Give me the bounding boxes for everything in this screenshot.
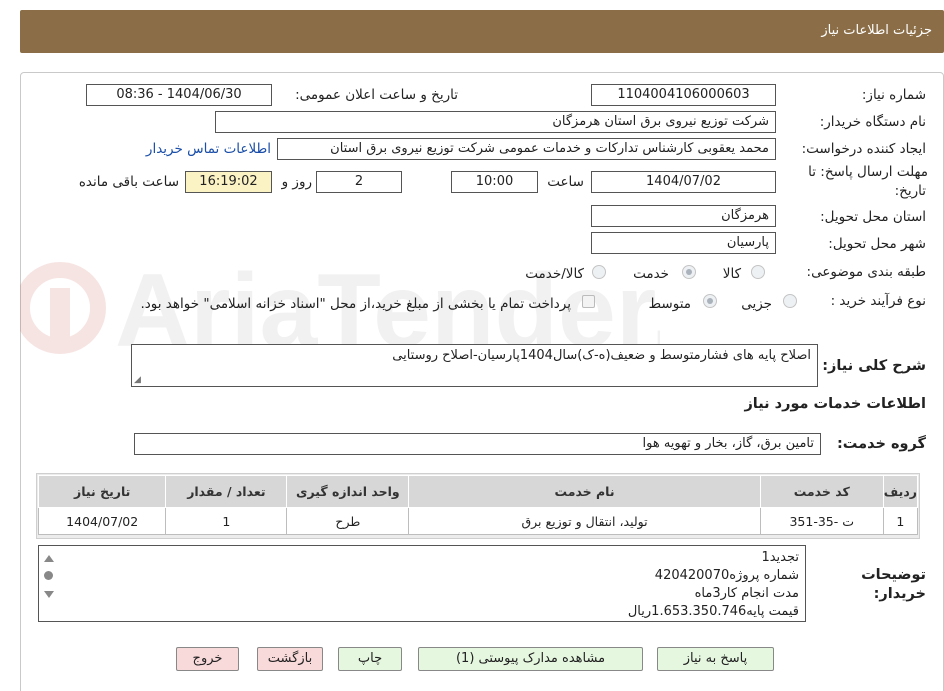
deadline-days-field: 2 (316, 171, 402, 193)
general-description-text: اصلاح پایه های فشارمتوسط و ضعیف(ه-ک)سال1… (392, 348, 811, 363)
deadline-time-field: 10:00 (451, 171, 538, 193)
buyer-org-label: نام دستگاه خریدار: (819, 114, 926, 130)
category-radio-goods-service[interactable] (592, 265, 606, 279)
category-option-goods: کالا (722, 266, 741, 282)
exit-button[interactable]: خروج (176, 647, 239, 671)
scroll-up-icon[interactable] (44, 555, 54, 562)
buyer-note-line: شماره پروژه420420070 (654, 568, 799, 583)
notes-scrollbar[interactable] (40, 547, 57, 621)
category-radio-service[interactable] (682, 265, 696, 279)
city-label: شهر محل تحویل: (828, 236, 926, 252)
category-radio-goods[interactable] (751, 265, 765, 279)
deadline-time-label: ساعت (547, 174, 584, 190)
buyer-note-line: مدت انجام کار3ماه (694, 586, 799, 601)
process-option-medium: متوسط (648, 296, 691, 312)
table-row: 1 ت -35-351 تولید، انتقال و توزیع برق طر… (37, 507, 919, 535)
buyer-contact-link[interactable]: اطلاعات تماس خریدار (146, 141, 271, 157)
scroll-thumb-icon[interactable] (44, 571, 53, 580)
page-header: جزئیات اطلاعات نیاز (20, 10, 944, 53)
city-field: پارسیان (591, 232, 776, 254)
treasury-note: پرداخت تمام یا بخشی از مبلغ خرید،از محل … (140, 296, 571, 312)
general-description-label: شرح کلی نیاز: (822, 358, 926, 374)
process-radio-medium[interactable] (703, 294, 717, 308)
cell-service-name: تولید، انتقال و توزیع برق (408, 507, 761, 535)
deadline-days-label: روز و (281, 174, 312, 190)
reply-button[interactable]: پاسخ به نیاز (657, 647, 774, 671)
cell-need-date: 1404/07/02 (37, 507, 167, 535)
requester-field: محمد یعقوبی کارشناس تدارکات و خدمات عموم… (277, 138, 776, 160)
service-group-field: تامین برق، گاز، بخار و تهویه هوا (134, 433, 821, 455)
announce-datetime-field: 1404/06/30 - 08:36 (86, 84, 272, 106)
buyer-notes-label: توضیحات (861, 567, 926, 583)
process-option-minor: جزیی (741, 296, 772, 312)
treasury-checkbox[interactable] (582, 295, 595, 308)
buyer-notes-field: تجدید1 شماره پروژه420420070 مدت انجام کا… (38, 545, 806, 622)
province-label: استان محل تحویل: (820, 209, 926, 225)
announce-datetime-label: تاریخ و ساعت اعلان عمومی: (295, 87, 458, 103)
deadline-label-date: تاریخ: (894, 183, 926, 199)
buyer-note-line: تجدید1 (761, 550, 799, 565)
scroll-down-icon[interactable] (44, 591, 54, 598)
services-table: ردیف کد خدمت نام خدمت واحد اندازه گیری ت… (37, 475, 919, 535)
th-quantity: تعداد / مقدار (165, 475, 288, 508)
category-option-goods-service: کالا/خدمت (525, 266, 584, 282)
attachments-button[interactable]: مشاهده مدارک پیوستی (1) (418, 647, 643, 671)
cell-unit: طرح (286, 507, 410, 535)
requester-label: ایجاد کننده درخواست: (801, 141, 926, 157)
back-button[interactable]: بازگشت (257, 647, 323, 671)
need-number-field: 1104004106000603 (591, 84, 776, 106)
need-number-label: شماره نیاز: (861, 87, 926, 103)
th-need-date: تاریخ نیاز (37, 475, 167, 508)
category-label: طبقه بندی موضوعی: (806, 264, 926, 280)
deadline-date-field: 1404/07/02 (591, 171, 776, 193)
cell-row: 1 (882, 507, 919, 535)
cell-quantity: 1 (165, 507, 288, 535)
cell-service-code: ت -35-351 (759, 507, 884, 535)
th-row: ردیف (882, 475, 919, 508)
service-group-label: گروه خدمت: (836, 436, 926, 452)
province-field: هرمزگان (591, 205, 776, 227)
th-service-code: کد خدمت (759, 475, 884, 508)
remaining-time-label: ساعت باقی مانده (78, 174, 179, 190)
print-button[interactable]: چاپ (338, 647, 402, 671)
th-unit: واحد اندازه گیری (286, 475, 410, 508)
buyer-note-line: قیمت پایه1.653.350.746ریال (627, 604, 799, 619)
general-description-field: اصلاح پایه های فشارمتوسط و ضعیف(ه-ک)سال1… (131, 344, 818, 387)
remaining-time-field: 16:19:02 (185, 171, 272, 193)
buyer-notes-label-2: خریدار: (873, 586, 926, 602)
page-title: جزئیات اطلاعات نیاز (821, 23, 932, 38)
services-section-title: اطلاعات خدمات مورد نیاز (744, 396, 926, 412)
buyer-org-field: شرکت توزیع نیروی برق استان هرمزگان (215, 111, 776, 133)
category-option-service: خدمت (633, 266, 669, 282)
th-service-name: نام خدمت (408, 475, 761, 508)
deadline-label: مهلت ارسال پاسخ: تا (808, 164, 928, 180)
process-radio-minor[interactable] (783, 294, 797, 308)
purchase-process-label: نوع فرآیند خرید : (830, 293, 926, 309)
table-header-row: ردیف کد خدمت نام خدمت واحد اندازه گیری ت… (37, 475, 919, 508)
resize-grip-icon[interactable]: ◢ (134, 375, 141, 385)
